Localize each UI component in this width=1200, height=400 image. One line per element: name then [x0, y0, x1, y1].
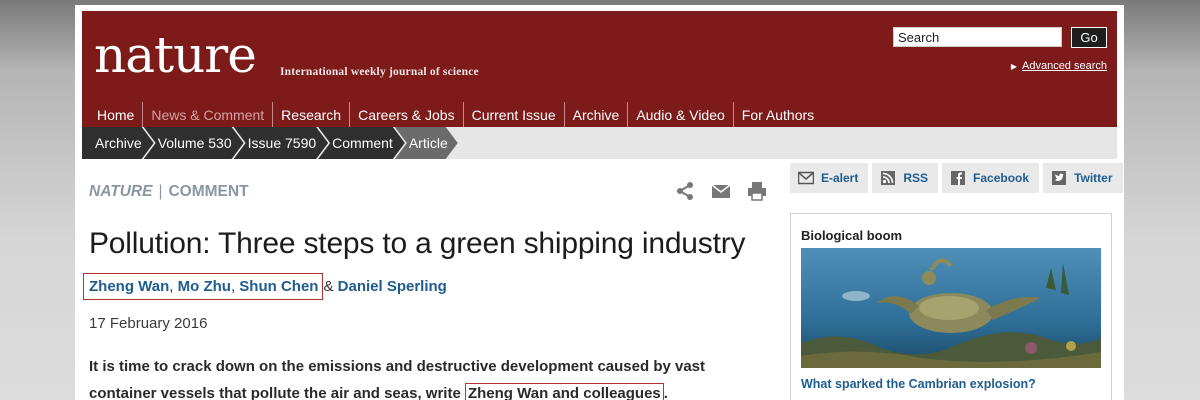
nav-item-archive[interactable]: Archive: [563, 102, 628, 128]
nav-item-home[interactable]: Home: [89, 102, 142, 128]
section-label[interactable]: COMMENT: [168, 183, 248, 200]
masthead: nature International weekly journal of s…: [82, 11, 1117, 131]
rss-label: RSS: [903, 171, 929, 185]
facebook-label: Facebook: [973, 171, 1030, 185]
journal-label: NATURE: [89, 183, 153, 200]
envelope-icon: [798, 171, 814, 185]
search-input[interactable]: [893, 27, 1062, 47]
nav-item-for-authors[interactable]: For Authors: [732, 102, 822, 128]
e-alert-button[interactable]: E-alert: [790, 163, 869, 193]
author-highlight-box: Zheng Wan, Mo Zhu, Shun Chen: [83, 273, 324, 300]
author-ampersand: &: [323, 278, 334, 295]
standfirst-text: container vessels that pollute the air a…: [89, 385, 465, 400]
standfirst-line: It is time to crack down on the emission…: [89, 358, 706, 375]
article-title: Pollution: Three steps to a green shippi…: [89, 227, 746, 260]
publication-date: 17 February 2016: [89, 315, 208, 332]
twitter-button[interactable]: Twitter: [1043, 163, 1123, 193]
standfirst-line: container vessels that pollute the air a…: [89, 380, 769, 400]
play-arrow-icon: ▶: [1010, 62, 1017, 71]
author-separator: ,: [169, 278, 174, 295]
page: nature International weekly journal of s…: [75, 5, 1124, 400]
tagline: International weekly journal of science: [280, 66, 479, 78]
nav-item-news-comment[interactable]: News & Comment: [142, 102, 272, 128]
go-button[interactable]: Go: [1071, 27, 1107, 48]
breadcrumb: Archive Volume 530 Issue 7590 Comment Ar…: [82, 127, 1117, 159]
rss-button[interactable]: RSS: [872, 163, 939, 193]
advanced-search-label: Advanced search: [1022, 60, 1107, 72]
advanced-search-link[interactable]: ▶ Advanced search: [1011, 60, 1107, 72]
twitter-label: Twitter: [1074, 171, 1113, 185]
author-link[interactable]: Shun Chen: [239, 278, 318, 295]
e-alert-label: E-alert: [821, 171, 859, 185]
article-tools: [675, 181, 767, 201]
standfirst: It is time to crack down on the emission…: [89, 353, 769, 400]
breadcrumb-archive[interactable]: Archive: [82, 127, 154, 159]
author-separator: ,: [230, 278, 236, 295]
kicker-separator: |: [158, 183, 163, 200]
rss-icon: [881, 171, 896, 185]
nav-item-audio-video[interactable]: Audio & Video: [627, 102, 732, 128]
article-kicker: NATURE | COMMENT: [89, 183, 249, 201]
nav-item-research[interactable]: Research: [272, 102, 349, 128]
breadcrumb-issue[interactable]: Issue 7590: [234, 127, 329, 159]
promo-link[interactable]: What sparked the Cambrian explosion?: [801, 377, 1036, 391]
nav-item-current-issue[interactable]: Current Issue: [462, 102, 564, 128]
facebook-icon: [951, 171, 966, 185]
facebook-button[interactable]: Facebook: [942, 163, 1040, 193]
main-nav: Home News & Comment Research Careers & J…: [89, 101, 822, 129]
standfirst-period: .: [663, 385, 668, 400]
share-icon[interactable]: [675, 181, 695, 201]
author-link[interactable]: Mo Zhu: [178, 278, 231, 295]
author-link[interactable]: Daniel Sperling: [338, 278, 447, 295]
promo-heading: Biological boom: [801, 228, 903, 243]
twitter-icon: [1052, 171, 1067, 185]
nature-logo[interactable]: nature: [94, 25, 257, 85]
email-icon[interactable]: [711, 181, 731, 201]
print-icon[interactable]: [747, 181, 767, 201]
social-links: E-alert RSS Facebook Twitter: [790, 163, 1123, 193]
promo-image[interactable]: [801, 248, 1101, 368]
author-link[interactable]: Zheng Wan: [89, 278, 169, 295]
breadcrumb-comment[interactable]: Comment: [318, 127, 405, 159]
breadcrumb-volume[interactable]: Volume 530: [144, 127, 244, 159]
author-list: Zheng Wan, Mo Zhu, Shun Chen & Daniel Spe…: [83, 273, 447, 300]
promo-box: Biological boom What sparked the Cambria…: [790, 213, 1112, 400]
nav-item-careers-jobs[interactable]: Careers & Jobs: [349, 102, 462, 128]
standfirst-highlight: Zheng Wan and colleagues: [464, 383, 664, 400]
